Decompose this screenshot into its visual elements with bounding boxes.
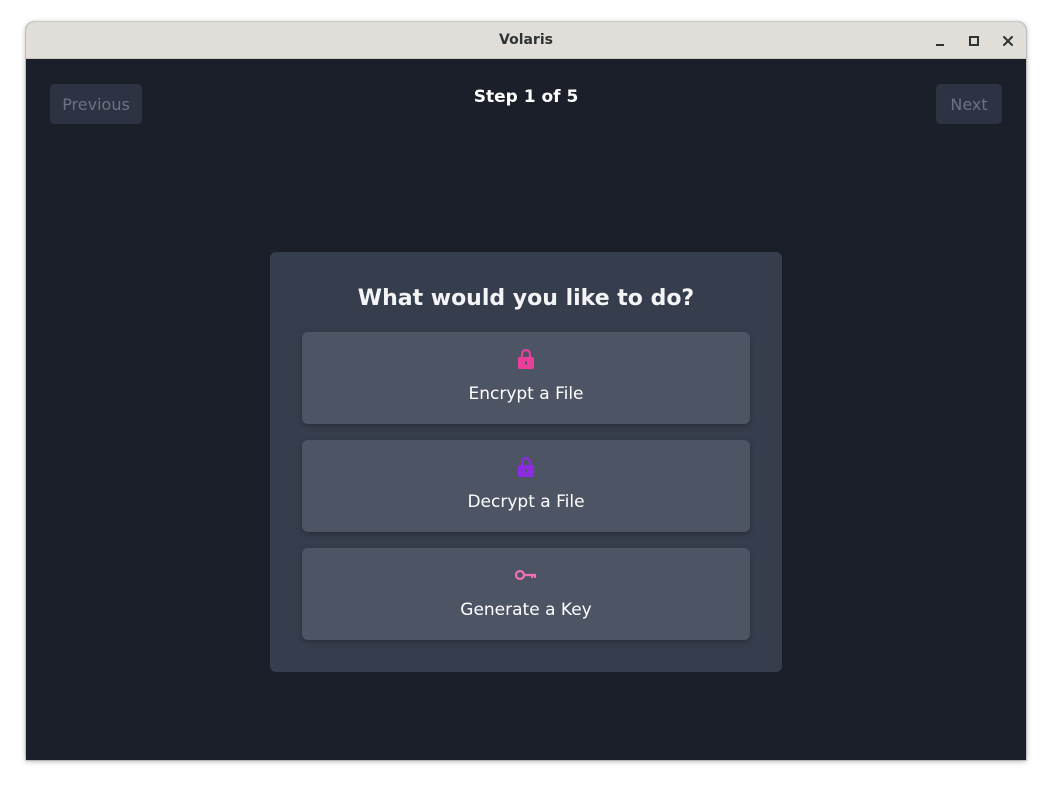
next-button[interactable]: Next	[936, 84, 1002, 124]
generate-key-option[interactable]: Generate a Key	[302, 548, 750, 640]
app-window: Volaris Previous Step 1 of 5 Next What w…	[26, 22, 1026, 760]
encrypt-file-option[interactable]: Encrypt a File	[302, 332, 750, 424]
close-icon	[1003, 36, 1013, 46]
generate-key-label: Generate a Key	[460, 600, 592, 620]
question-heading: What would you like to do?	[357, 286, 695, 311]
lock-icon	[518, 348, 534, 369]
title-bar[interactable]: Volaris	[26, 22, 1026, 59]
minimize-button[interactable]	[929, 30, 951, 52]
wizard-content: Previous Step 1 of 5 Next What would you…	[26, 59, 1026, 760]
step-indicator: Step 1 of 5	[473, 87, 579, 107]
decrypt-file-option[interactable]: Decrypt a File	[302, 440, 750, 532]
action-card: What would you like to do? Encrypt a Fil…	[270, 252, 782, 672]
window-title: Volaris	[499, 32, 553, 48]
maximize-button[interactable]	[963, 30, 985, 52]
decrypt-file-label: Decrypt a File	[467, 492, 585, 512]
key-icon	[514, 569, 537, 581]
unlock-icon	[518, 456, 534, 477]
encrypt-file-label: Encrypt a File	[468, 384, 584, 404]
minimize-icon	[936, 44, 944, 46]
maximize-icon	[969, 36, 979, 46]
close-button[interactable]	[997, 30, 1019, 52]
